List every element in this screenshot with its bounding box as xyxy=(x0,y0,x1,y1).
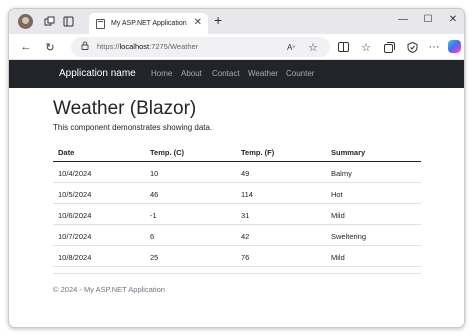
table-row: 10/8/2024 25 76 Mild xyxy=(53,246,421,267)
new-tab-icon[interactable]: + xyxy=(214,12,222,28)
tab-actions-icon[interactable] xyxy=(61,14,76,29)
cell-temp-f: 49 xyxy=(241,169,250,178)
site-brand[interactable]: Application name xyxy=(59,68,136,79)
browser-essentials-icon[interactable] xyxy=(405,40,419,54)
refresh-icon[interactable]: ↻ xyxy=(43,40,57,54)
back-arrow-icon[interactable]: ← xyxy=(19,40,33,54)
cell-summary: Balmy xyxy=(331,169,352,178)
table-row: 10/6/2024 -1 31 Mild xyxy=(53,204,421,225)
address-url: https://localhost:7275/Weather xyxy=(97,42,199,51)
browser-tab-active[interactable]: My ASP.NET Application ✕ xyxy=(89,13,208,34)
cell-summary: Sweltering xyxy=(331,232,367,241)
cell-temp-f: 31 xyxy=(241,211,250,220)
nav-counter[interactable]: Counter xyxy=(286,69,314,78)
cell-temp-c: -1 xyxy=(150,211,157,220)
nav-home[interactable]: Home xyxy=(151,69,172,78)
browser-window: My ASP.NET Application ✕ + — ☐ ✕ ← ↻ htt… xyxy=(8,8,465,328)
minimize-icon[interactable]: — xyxy=(396,14,410,25)
weather-table: Date Temp. (C) Temp. (F) Summary 10/4/20… xyxy=(53,140,421,267)
cell-temp-c: 46 xyxy=(150,190,159,199)
address-bar[interactable]: https://localhost:7275/Weather A» ☆ xyxy=(71,37,330,57)
maximize-icon[interactable]: ☐ xyxy=(421,14,435,25)
split-screen-icon[interactable] xyxy=(336,40,350,54)
site-info-icon[interactable] xyxy=(81,41,89,52)
workspaces-icon[interactable] xyxy=(42,14,57,29)
cell-date: 10/7/2024 xyxy=(58,232,92,241)
column-header-summary: Summary xyxy=(331,148,366,157)
table-row: 10/7/2024 6 42 Sweltering xyxy=(53,225,421,246)
browser-toolbar: ← ↻ https://localhost:7275/Weather A» ☆ … xyxy=(9,34,464,60)
site-navbar: Application name Home About Contact Weat… xyxy=(9,60,464,88)
page-description: This component demonstrates showing data… xyxy=(53,123,213,132)
cell-temp-f: 42 xyxy=(241,232,250,241)
cell-summary: Mild xyxy=(331,211,345,220)
footer-copyright: © 2024 - My ASP.NET Application xyxy=(53,285,165,294)
web-page: Application name Home About Contact Weat… xyxy=(9,60,464,327)
cell-date: 10/4/2024 xyxy=(58,169,92,178)
favorites-icon[interactable]: ☆ xyxy=(359,40,373,54)
column-header-temp-f: Temp. (F) xyxy=(241,148,275,157)
page-title: Weather (Blazor) xyxy=(53,98,197,119)
cell-temp-f: 114 xyxy=(241,190,253,199)
tab-title: My ASP.NET Application xyxy=(111,20,187,27)
column-header-date: Date xyxy=(58,148,75,157)
cell-summary: Mild xyxy=(331,253,345,262)
cell-date: 10/5/2024 xyxy=(58,190,92,199)
profile-avatar[interactable] xyxy=(18,14,33,29)
tab-strip: My ASP.NET Application ✕ + — ☐ ✕ xyxy=(9,9,464,34)
cell-temp-c: 25 xyxy=(150,253,159,262)
close-window-icon[interactable]: ✕ xyxy=(446,14,460,25)
read-aloud-icon[interactable]: A» xyxy=(284,40,298,54)
copilot-icon[interactable] xyxy=(448,40,461,53)
nav-weather[interactable]: Weather xyxy=(248,69,278,78)
nav-contact[interactable]: Contact xyxy=(212,69,240,78)
cell-summary: Hot xyxy=(331,190,343,199)
cell-temp-c: 10 xyxy=(150,169,159,178)
more-menu-icon[interactable]: ··· xyxy=(427,40,441,54)
favorite-star-icon[interactable]: ☆ xyxy=(306,40,320,54)
nav-about[interactable]: About xyxy=(181,69,202,78)
close-tab-icon[interactable]: ✕ xyxy=(194,17,202,28)
page-footer: © 2024 - My ASP.NET Application xyxy=(53,273,421,294)
cell-temp-f: 76 xyxy=(241,253,250,262)
cell-date: 10/8/2024 xyxy=(58,253,92,262)
cell-date: 10/6/2024 xyxy=(58,211,92,220)
cell-temp-c: 6 xyxy=(150,232,155,241)
column-header-temp-c: Temp. (C) xyxy=(150,148,185,157)
table-row: 10/4/2024 10 49 Balmy xyxy=(53,162,421,183)
collections-icon[interactable] xyxy=(382,40,396,54)
table-header-row: Date Temp. (C) Temp. (F) Summary xyxy=(53,140,421,162)
page-favicon-icon xyxy=(96,18,105,29)
table-row: 10/5/2024 46 114 Hot xyxy=(53,183,421,204)
